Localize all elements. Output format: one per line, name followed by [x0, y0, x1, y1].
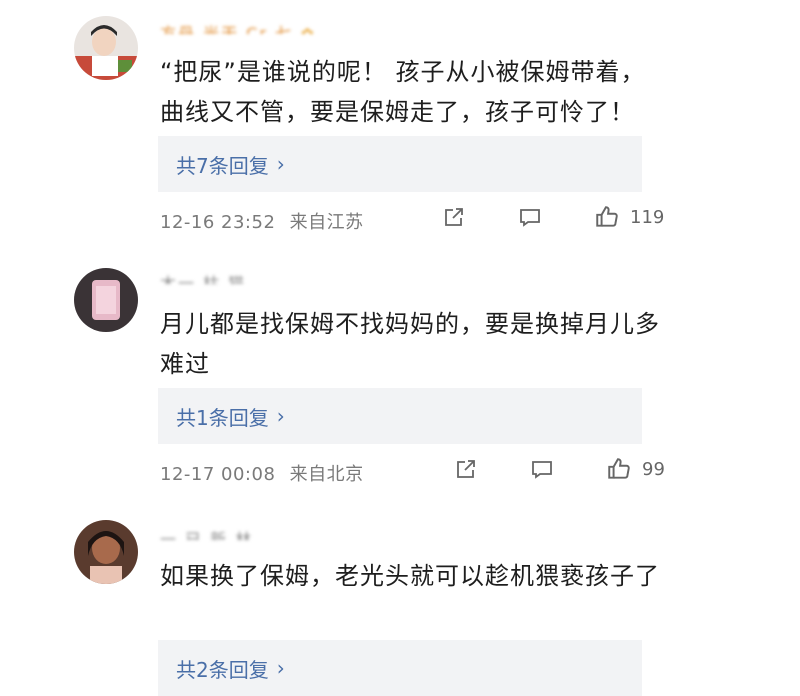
- comment-icon: [532, 461, 552, 479]
- comment-button[interactable]: [530, 457, 554, 481]
- comment-actions: 119: [442, 204, 664, 230]
- comment-time: 12-16 23:52: [160, 212, 276, 233]
- share-icon: [457, 460, 475, 478]
- comment-meta: 12-17 00:08 来自北京: [160, 460, 364, 486]
- like-button[interactable]: 99: [606, 456, 665, 482]
- replies-label: 共2条回复: [176, 657, 269, 682]
- view-replies-button[interactable]: 共7条回复 ›: [158, 136, 642, 192]
- like-button[interactable]: 119: [594, 204, 664, 230]
- comment-text: 如果换了保姆，老光头就可以趁机猥亵孩子了: [160, 562, 660, 590]
- comment-location: 来自北京: [289, 464, 364, 485]
- like-icon: [596, 206, 618, 227]
- replies-label: 共7条回复: [176, 153, 269, 178]
- share-icon: [445, 208, 463, 226]
- comment-meta: 12-16 23:52 来自江苏: [160, 208, 364, 234]
- comment-time: 12-17 00:08: [160, 464, 276, 485]
- username[interactable]: 一 已 新 林: [160, 526, 253, 540]
- like-icon: [608, 458, 630, 479]
- replies-label: 共1条回复: [176, 405, 269, 430]
- share-button[interactable]: [442, 205, 466, 229]
- username[interactable]: 木一 枯 猫: [160, 270, 246, 284]
- avatar[interactable]: [74, 268, 138, 332]
- comment-button[interactable]: [518, 205, 542, 229]
- comment-icon: [520, 209, 540, 227]
- chevron-right-icon: ›: [276, 404, 285, 428]
- view-replies-button[interactable]: 共1条回复 ›: [158, 388, 642, 444]
- view-replies-button[interactable]: 共2条回复 ›: [158, 640, 642, 696]
- vip-badge-icon: ✿: [301, 25, 316, 34]
- share-button[interactable]: [454, 457, 478, 481]
- comment-text: “把尿”是谁说的呢！ 孩子从小被保姆带着，曲线又不管，要是保姆走了，孩子可怜了！: [160, 58, 646, 126]
- chevron-right-icon: ›: [276, 152, 285, 176]
- like-count: 119: [630, 206, 665, 228]
- comment-text: 月儿都是找保姆不找妈妈的，要是换掉月儿多难过: [160, 310, 660, 378]
- avatar[interactable]: [74, 520, 138, 584]
- chevron-right-icon: ›: [276, 656, 285, 680]
- username[interactable]: 方丹 光天 Cr 七 ✿: [160, 20, 316, 34]
- comment-location: 来自江苏: [289, 212, 364, 233]
- comment-actions: 99: [454, 456, 665, 482]
- like-count: 99: [642, 458, 665, 480]
- avatar[interactable]: [74, 16, 138, 80]
